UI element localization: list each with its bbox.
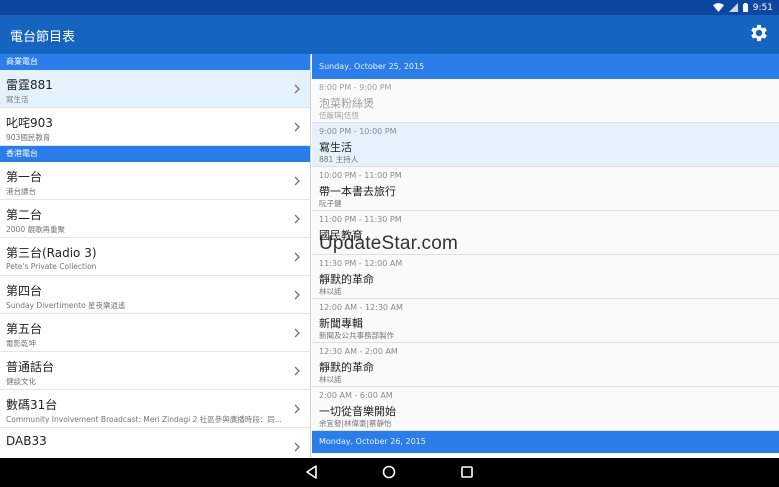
- station-item-digital31[interactable]: 數碼31台 Community Involvement Broadcast: M…: [0, 390, 310, 428]
- settings-gear-icon[interactable]: [748, 22, 770, 44]
- app-title: 電台節目表: [10, 30, 76, 45]
- station-name: 叱咤903: [6, 116, 53, 130]
- station-name: 第四台: [6, 284, 43, 298]
- back-icon[interactable]: [304, 464, 320, 480]
- schedule-list[interactable]: Sunday, October 25, 2015 8:00 PM - 9:00 …: [312, 54, 779, 458]
- chevron-right-icon: [294, 442, 300, 452]
- program-host: 阮子健: [319, 199, 342, 208]
- station-item-903[interactable]: 叱咤903 903國民教育: [0, 108, 310, 146]
- station-name: 第五台: [6, 322, 43, 336]
- station-item-radio5[interactable]: 第五台 電影乾坤: [0, 314, 310, 352]
- program-item-current[interactable]: 9:00 PM - 10:00 PM 寫生活 881 主持人: [312, 123, 779, 167]
- wifi-icon: [712, 3, 724, 12]
- chevron-right-icon: [294, 84, 300, 94]
- program-time: 11:00 PM - 11:30 PM: [319, 215, 402, 224]
- program-item[interactable]: 12:30 AM - 2:00 AM 靜默的革命 林以諾: [312, 343, 779, 387]
- station-name: 第三台(Radio 3): [6, 246, 97, 260]
- station-item-dab33[interactable]: DAB33: [0, 428, 310, 458]
- section-header-commercial: 商業電台: [0, 54, 310, 70]
- station-now-playing: 電影乾坤: [6, 339, 36, 348]
- section-header-rthk: 香港電台: [0, 146, 310, 162]
- date-header: Sunday, October 25, 2015: [312, 54, 779, 79]
- station-item-radio1[interactable]: 第一台 港台讀台: [0, 162, 310, 200]
- program-host: 余宜發|林偉豪|蔡靜怡: [319, 419, 392, 428]
- program-item[interactable]: 12:00 AM - 12:30 AM 新聞專輯 新聞及公共事務部製作: [312, 299, 779, 343]
- station-name: 第二台: [6, 208, 43, 222]
- recents-icon[interactable]: [459, 464, 475, 480]
- station-item-radio3[interactable]: 第三台(Radio 3) Pete's Private Collection: [0, 238, 310, 276]
- chevron-right-icon: [294, 328, 300, 338]
- station-item-putonghua[interactable]: 普通話台 健談文化: [0, 352, 310, 390]
- station-now-playing: 寫生活: [6, 95, 29, 104]
- program-item[interactable]: 2:00 AM - 6:00 AM 一切從音樂開始 余宜發|林偉豪|蔡靜怡: [312, 387, 779, 431]
- program-title: 靜默的革命: [319, 361, 374, 374]
- station-now-playing: 2000 靚歌再重聚: [6, 225, 65, 234]
- program-item[interactable]: 11:30 PM - 12:00 AM 靜默的革命 林以諾: [312, 255, 779, 299]
- clock: 9:51: [752, 2, 773, 13]
- station-name: 雷霆881: [6, 78, 53, 92]
- status-bar: 9:51: [0, 0, 779, 15]
- program-title: 一切從音樂開始: [319, 405, 396, 418]
- station-now-playing: 港台讀台: [6, 187, 36, 196]
- program-time: 2:00 AM - 6:00 AM: [319, 391, 393, 400]
- watermark-text: UpdateStar.com: [319, 233, 459, 254]
- program-item[interactable]: 10:00 PM - 11:00 PM 帶一本書去旅行 阮子健: [312, 167, 779, 211]
- program-time: 10:00 PM - 11:00 PM: [319, 171, 402, 180]
- station-name: 數碼31台: [6, 398, 58, 412]
- chevron-right-icon: [294, 366, 300, 376]
- app-toolbar: 電台節目表: [0, 15, 779, 54]
- station-item-radio2[interactable]: 第二台 2000 靚歌再重聚: [0, 200, 310, 238]
- program-title: 新聞專輯: [319, 317, 363, 330]
- chevron-right-icon: [294, 252, 300, 262]
- program-title: 寫生活: [319, 141, 352, 154]
- station-name: 普通話台: [6, 360, 55, 374]
- program-time: 9:00 PM - 10:00 PM: [319, 127, 397, 136]
- program-time: 12:30 AM - 2:00 AM: [319, 347, 398, 356]
- program-title: 靜默的革命: [319, 273, 374, 286]
- program-host: 林以諾: [319, 375, 342, 384]
- program-item[interactable]: 8:00 PM - 9:00 PM 泡菜粉絲煲 伍飯琪|伍恆: [312, 79, 779, 123]
- chevron-right-icon: [294, 214, 300, 224]
- station-now-playing: Community Involvement Broadcast: Meri Zi…: [6, 415, 282, 424]
- station-now-playing: 903國民教育: [6, 133, 51, 142]
- program-host: 881 主持人: [319, 155, 359, 164]
- station-item-radio4[interactable]: 第四台 Sunday Divertimento 星夜樂逍遙: [0, 276, 310, 314]
- program-time: 12:00 AM - 12:30 AM: [319, 303, 403, 312]
- program-time: 8:00 PM - 9:00 PM: [319, 83, 392, 92]
- chevron-right-icon: [294, 176, 300, 186]
- status-icons: 9:51: [712, 0, 773, 15]
- station-now-playing: Sunday Divertimento 星夜樂逍遙: [6, 301, 126, 310]
- station-list[interactable]: 商業電台 雷霆881 寫生活 叱咤903 903國民教育 香港電台 第一台 港台…: [0, 54, 311, 458]
- date-header: Monday, October 26, 2015: [312, 431, 779, 453]
- home-icon[interactable]: [381, 464, 397, 480]
- battery-icon: [742, 3, 748, 12]
- station-now-playing: 健談文化: [6, 377, 36, 386]
- chevron-right-icon: [294, 122, 300, 132]
- signal-icon: [728, 3, 738, 12]
- program-host: 新聞及公共事務部製作: [319, 331, 394, 340]
- station-name: DAB33: [6, 434, 47, 448]
- station-item-881[interactable]: 雷霆881 寫生活: [0, 70, 310, 108]
- program-host: 伍飯琪|伍恆: [319, 111, 360, 120]
- program-title: 帶一本書去旅行: [319, 185, 396, 198]
- program-host: 林以諾: [319, 287, 342, 296]
- navigation-bar: [0, 458, 779, 487]
- program-title: 泡菜粉絲煲: [319, 97, 374, 110]
- chevron-right-icon: [294, 290, 300, 300]
- program-time: 11:30 PM - 12:00 AM: [319, 259, 403, 268]
- chevron-right-icon: [294, 404, 300, 414]
- station-name: 第一台: [6, 170, 43, 184]
- station-now-playing: Pete's Private Collection: [6, 262, 97, 271]
